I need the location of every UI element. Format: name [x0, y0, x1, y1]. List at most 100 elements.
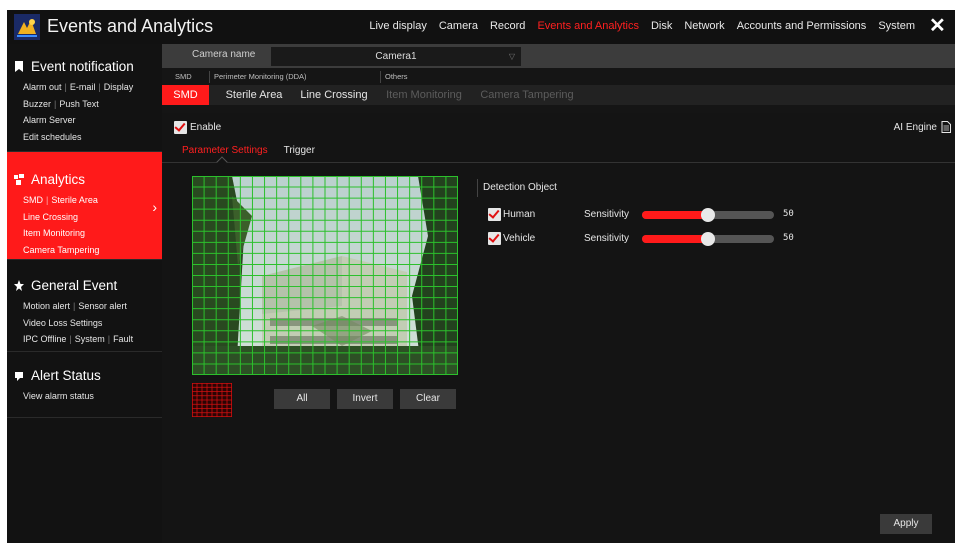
tab-parameter-settings[interactable]: Parameter Settings	[182, 145, 268, 156]
sidebar-heading[interactable]: Analytics	[14, 172, 85, 187]
sidebar-link-row: View alarm status	[23, 388, 94, 405]
group-divider	[380, 71, 381, 83]
sidebar-item-display[interactable]: Display	[104, 82, 134, 92]
tab-item-monitoring[interactable]: Item Monitoring	[386, 85, 462, 105]
group-caption-smd: SMD	[175, 72, 192, 81]
ai-engine-link[interactable]: AI Engine	[894, 121, 951, 133]
separator: |	[69, 334, 72, 344]
slider-handle[interactable]	[701, 232, 715, 246]
document-icon	[941, 121, 951, 133]
sidebar-heading[interactable]: General Event	[14, 278, 117, 293]
sidebar-item-sensor-alert[interactable]: Sensor alert	[78, 301, 127, 311]
vehicle-sensitivity-value: 50	[783, 233, 794, 243]
settings-subtabs: Parameter Settings Trigger	[182, 145, 315, 156]
human-sensitivity-value: 50	[783, 209, 794, 219]
topnav-disk[interactable]: Disk	[651, 20, 672, 32]
human-label: Human	[503, 209, 536, 220]
sidebar-link-row: Buzzer | Push Text	[23, 96, 133, 113]
topnav-events-and-analytics[interactable]: Events and Analytics	[537, 20, 639, 32]
sidebar-group-analytics: Analytics SMD | Sterile Area Line Crossing It…	[7, 152, 162, 260]
sidebar-heading-label: General Event	[31, 278, 118, 293]
topnav-accounts-and-permissions[interactable]: Accounts and Permissions	[737, 20, 867, 32]
human-sensitivity-slider[interactable]	[642, 208, 774, 222]
sidebar-item-system[interactable]: System	[75, 334, 105, 344]
topnav-live-display[interactable]: Live display	[369, 20, 426, 32]
invert-button[interactable]: Invert	[337, 389, 393, 409]
tab-trigger[interactable]: Trigger	[284, 145, 315, 156]
top-nav: Live display Camera Record Events and Analy…	[369, 20, 915, 32]
ai-engine-label: AI Engine	[893, 121, 937, 133]
tab-sterile-area[interactable]: Sterile Area	[221, 85, 287, 105]
sidebar-link-row: Video Loss Settings	[23, 315, 133, 332]
sidebar-item-view-alarm-status[interactable]: View alarm status	[23, 391, 94, 401]
sidebar-link-row: Motion alert | Sensor alert	[23, 298, 133, 315]
sidebar-item-buzzer[interactable]: Buzzer	[23, 99, 51, 109]
sidebar-item-motion-alert[interactable]: Motion alert	[23, 301, 70, 311]
sidebar-item-item-monitoring[interactable]: Item Monitoring	[23, 228, 85, 238]
topnav-record[interactable]: Record	[490, 20, 525, 32]
camera-preview[interactable]	[192, 176, 458, 375]
slider-handle[interactable]	[701, 208, 715, 222]
bookmark-icon	[15, 61, 23, 72]
sidebar-item-sterile-area[interactable]: Sterile Area	[51, 195, 98, 205]
vehicle-checkbox[interactable]	[488, 232, 501, 245]
sidebar-links: View alarm status	[23, 388, 94, 405]
separator: |	[98, 82, 101, 92]
human-checkbox[interactable]	[488, 208, 501, 221]
sidebar-item-fault[interactable]: Fault	[113, 334, 133, 344]
vehicle-label: Vehicle	[503, 233, 536, 244]
sidebar-link-row: Item Monitoring	[23, 225, 99, 242]
tab-camera-tampering[interactable]: Camera Tampering	[479, 85, 575, 105]
app-logo-icon	[14, 14, 40, 40]
subtab-underline	[162, 162, 955, 163]
sidebar-item-push-text[interactable]: Push Text	[59, 99, 98, 109]
enable-checkbox[interactable]: Enable	[174, 121, 221, 134]
vehicle-sensitivity-slider[interactable]	[642, 232, 774, 246]
sidebar-links: Alarm out | E-mail | Display Buzzer | Push Text…	[23, 79, 133, 145]
topnav-system[interactable]: System	[878, 20, 915, 32]
app-title: Events and Analytics	[47, 16, 214, 36]
sidebar-item-e-mail[interactable]: E-mail	[70, 82, 96, 92]
camera-select[interactable]: Camera1 ▽	[271, 47, 521, 66]
topnav-network[interactable]: Network	[684, 20, 724, 32]
camera-bar: Camera name Camera1 ▽	[162, 44, 955, 68]
camera-select-value: Camera1	[375, 51, 417, 62]
active-tab-indicator	[216, 156, 228, 168]
sidebar-heading-label: Alert Status	[31, 368, 101, 383]
sensitivity-label: Sensitivity	[584, 209, 630, 220]
topnav-camera[interactable]: Camera	[439, 20, 478, 32]
chevron-right-icon[interactable]: ›	[152, 199, 157, 215]
separator: |	[64, 82, 67, 92]
sidebar-item-alarm-server[interactable]: Alarm Server	[23, 115, 76, 125]
sidebar-links: Motion alert | Sensor alert Video Loss Sett…	[23, 298, 133, 348]
select-all-button[interactable]: All	[274, 389, 330, 409]
sidebar-item-edit-schedules[interactable]: Edit schedules	[23, 132, 82, 142]
main-panel: Camera name Camera1 ▽ SMD Perimeter Moni…	[162, 44, 955, 543]
slider-fill	[642, 235, 708, 243]
sidebar-item-line-crossing[interactable]: Line Crossing	[23, 212, 78, 222]
sidebar-heading-label: Analytics	[31, 172, 86, 187]
sidebar-heading[interactable]: Alert Status	[14, 368, 101, 383]
sidebar: Event notification Alarm out | E-mail | Displ…	[7, 44, 162, 543]
sidebar-item-camera-tampering[interactable]: Camera Tampering	[23, 245, 99, 255]
apply-button[interactable]: Apply	[880, 514, 932, 534]
sidebar-link-row: Alarm out | E-mail | Display	[23, 79, 133, 96]
sidebar-item-smd[interactable]: SMD	[23, 195, 43, 205]
separator: |	[107, 334, 111, 344]
sidebar-group-general-event: General Event Motion alert | Sensor alert Vi…	[7, 260, 162, 352]
tab-smd[interactable]: SMD	[162, 85, 209, 105]
sidebar-item-alarm-out[interactable]: Alarm out	[23, 82, 62, 92]
clear-button[interactable]: Clear	[400, 389, 456, 409]
sidebar-heading[interactable]: Event notification	[14, 59, 134, 74]
algorithm-tab-groups: SMD Perimeter Monitoring (DDA) Others SM…	[162, 68, 955, 113]
sidebar-link-row: SMD | Sterile Area	[23, 192, 99, 209]
sidebar-link-row: Camera Tampering	[23, 242, 99, 259]
enable-label: Enable	[190, 122, 222, 133]
sidebar-item-ipc-offline[interactable]: IPC Offline	[23, 334, 66, 344]
sensitivity-label: Sensitivity	[584, 233, 630, 244]
sidebar-link-row: Edit schedules	[23, 129, 133, 146]
group-divider	[209, 71, 210, 83]
tab-line-crossing[interactable]: Line Crossing	[298, 85, 370, 105]
sidebar-item-video-loss-settings[interactable]: Video Loss Settings	[23, 318, 102, 328]
close-icon[interactable]: ✕	[929, 16, 947, 36]
